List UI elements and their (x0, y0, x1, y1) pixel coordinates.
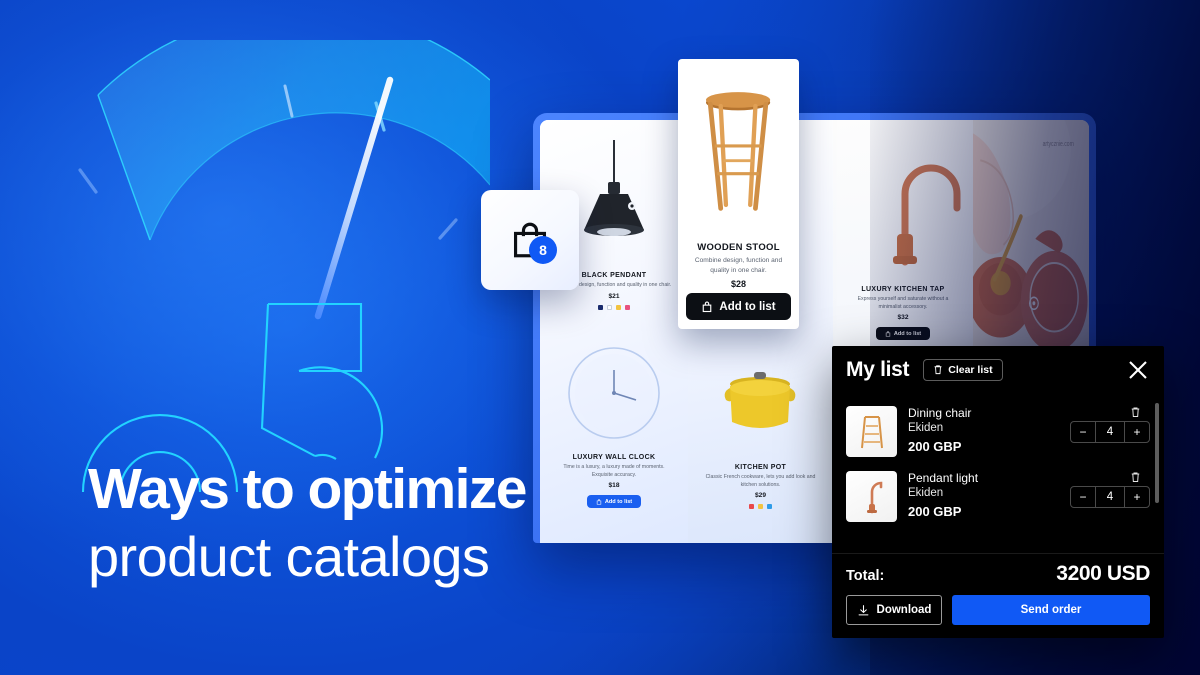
cart-count-value: 8 (539, 242, 547, 258)
quantity-value: 4 (1095, 422, 1125, 442)
luxury-wall-clock-image (568, 347, 660, 439)
poster-canvas: BLACK PENDANT Combine design, function a… (0, 0, 1200, 675)
list-item-info: Pendant light Ekiden 200 GBP (908, 471, 1051, 519)
pendant-light-icon (866, 481, 882, 513)
my-list-title: My list (846, 357, 910, 381)
headline-line-2: product catalogs (88, 525, 490, 589)
increase-quantity-button[interactable]: + (1125, 422, 1149, 442)
kitchen-pot-image (724, 372, 796, 428)
total-label: Total: (846, 568, 885, 584)
list-item-name: Dining chair (908, 406, 972, 420)
product-card-kitchen-tap[interactable]: LUXURY KITCHEN TAP Express yourself and … (833, 282, 973, 342)
decrease-quantity-button[interactable]: − (1071, 422, 1095, 442)
total-row: Total: 3200 USD (846, 562, 1150, 586)
download-button[interactable]: Download (846, 595, 942, 625)
product-card-kitchen-pot[interactable]: KITCHEN POT Classic French cookware, let… (688, 460, 833, 510)
dining-chair-thumb (846, 406, 897, 457)
trash-icon (1131, 472, 1140, 482)
cart-badge-tile[interactable]: 8 (481, 190, 579, 290)
my-list-panel: My list Clear list Dining chair Ekiden 2… (832, 346, 1164, 638)
quantity-stepper[interactable]: − 4 + (1070, 421, 1150, 443)
product-description: Express yourself and saturate without a … (857, 296, 949, 310)
featured-add-to-list-button[interactable]: Add to list (686, 293, 791, 320)
list-item-controls: − 4 + (1062, 406, 1150, 443)
product-title: KITCHEN POT (734, 464, 787, 471)
clear-list-label: Clear list (948, 363, 993, 376)
close-icon (1129, 360, 1147, 379)
cart-count-badge: 8 (529, 236, 557, 264)
pendant-light-thumb (846, 471, 897, 522)
send-order-button[interactable]: Send order (952, 595, 1150, 625)
trash-icon (934, 365, 942, 375)
color-swatches[interactable] (549, 304, 679, 310)
product-title: LUXURY KITCHEN TAP (861, 286, 945, 293)
shopping-bag-icon (596, 498, 602, 505)
headline-line-1: Ways to optimize (88, 457, 527, 521)
featured-product-title: WOODEN STOOL (697, 242, 780, 253)
swatch-yellow[interactable] (758, 504, 763, 510)
add-to-list-button[interactable]: Add to list (875, 327, 931, 341)
clear-list-button[interactable]: Clear list (923, 358, 1003, 381)
catalog-column-1: BLACK PENDANT Combine design, function a… (540, 120, 688, 543)
product-price: $32 (897, 314, 909, 322)
list-item-price: 200 GBP (908, 503, 962, 519)
wooden-stool-image (705, 92, 771, 211)
close-panel-button[interactable] (1126, 358, 1150, 382)
list-item-brand: Ekiden (908, 487, 944, 499)
featured-product-card[interactable]: WOODEN STOOL Combine design, function an… (678, 59, 799, 329)
swatch-blue[interactable] (767, 504, 772, 510)
quantity-stepper[interactable]: − 4 + (1070, 486, 1150, 508)
product-description: Time is a luxury, a luxury made of momen… (563, 464, 665, 478)
swatch-pink[interactable] (625, 304, 630, 310)
headline: Ways to optimize product catalogs (88, 457, 527, 589)
product-description: Classic French cookware, lets you add lo… (705, 474, 816, 488)
list-item-price: 200 GBP (908, 438, 962, 454)
featured-add-to-list-label: Add to list (719, 300, 776, 313)
product-price: $21 (608, 292, 620, 300)
add-to-list-button[interactable]: Add to list (586, 495, 642, 509)
remove-item-button[interactable] (1130, 406, 1141, 418)
product-card-wall-clock[interactable]: LUXURY WALL CLOCK Time is a luxury, a lu… (540, 450, 688, 510)
dining-chair-icon (860, 415, 883, 448)
list-item-name: Pendant light (908, 471, 979, 485)
list-item-brand: Ekiden (908, 422, 944, 434)
product-title: LUXURY WALL CLOCK (572, 454, 656, 461)
swatch-navy[interactable] (598, 304, 603, 310)
footer-actions: Download Send order (846, 595, 1150, 625)
increase-quantity-button[interactable]: + (1125, 487, 1149, 507)
download-icon (858, 604, 868, 615)
swatch-yellow[interactable] (616, 304, 621, 310)
list-scrollbar[interactable] (1155, 403, 1159, 503)
swatch-white[interactable] (607, 304, 612, 310)
shopping-bag-icon (885, 330, 891, 337)
trash-icon (1131, 407, 1140, 417)
list-item-controls: − 4 + (1062, 471, 1150, 508)
product-price: $18 (608, 482, 620, 490)
my-list-footer: Total: 3200 USD Download Send order (832, 553, 1164, 638)
list-item-info: Dining chair Ekiden 200 GBP (908, 406, 1051, 454)
list-item[interactable]: Pendant light Ekiden 200 GBP − 4 + (846, 465, 1150, 530)
svg-text:artycznie.com: artycznie.com (1043, 140, 1074, 148)
luxury-kitchen-tap-image (893, 164, 961, 266)
shopping-bag-icon (703, 301, 712, 312)
color-swatches[interactable] (697, 504, 824, 510)
my-list-items: Dining chair Ekiden 200 GBP − 4 + Pendan… (832, 393, 1164, 553)
add-to-list-label: Add to list (893, 330, 922, 337)
quantity-value: 4 (1095, 487, 1125, 507)
swatch-red[interactable] (749, 504, 754, 510)
product-price: $29 (754, 492, 766, 500)
download-label: Download (876, 604, 932, 616)
featured-product-price: $28 (730, 279, 747, 290)
my-list-header: My list Clear list (832, 346, 1164, 393)
total-value: 3200 USD (1056, 562, 1150, 585)
remove-item-button[interactable] (1130, 471, 1141, 483)
list-item[interactable]: Dining chair Ekiden 200 GBP − 4 + (846, 400, 1150, 465)
decrease-quantity-button[interactable]: − (1071, 487, 1095, 507)
featured-product-description: Combine design, function and quality in … (694, 257, 783, 274)
add-to-list-label: Add to list (604, 498, 633, 505)
